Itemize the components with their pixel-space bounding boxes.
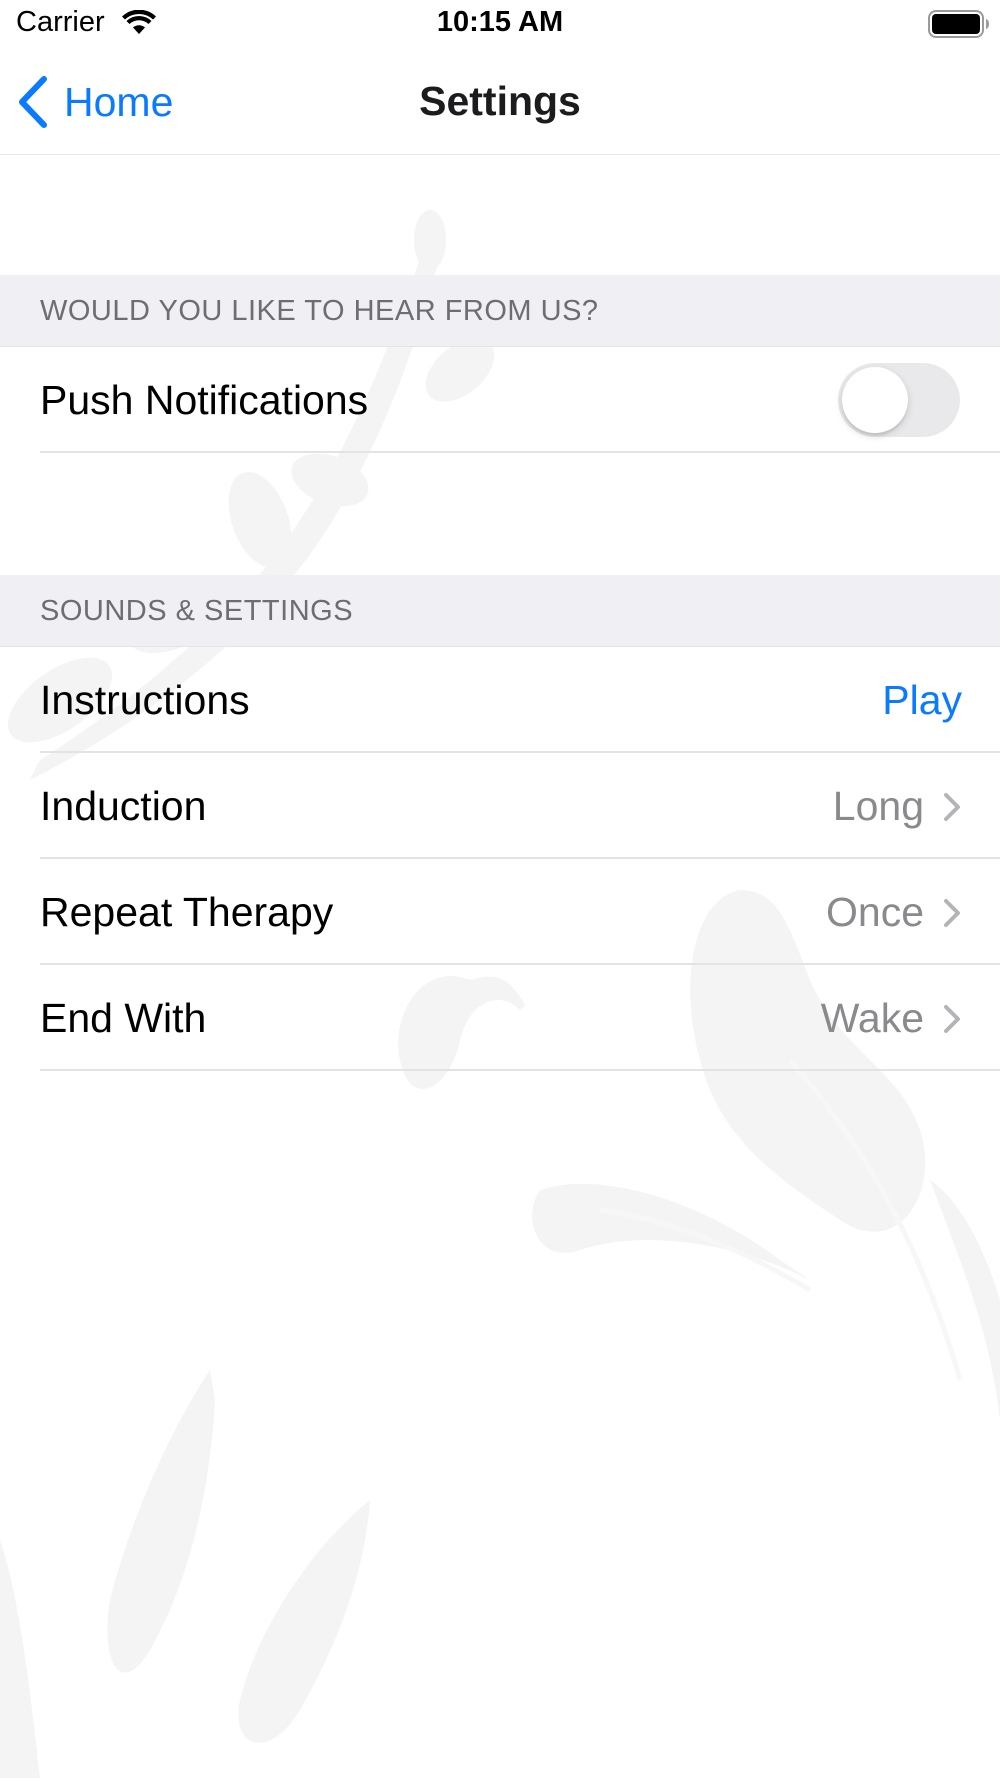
row-separator — [40, 451, 1000, 453]
induction-label: Induction — [40, 783, 207, 829]
section-header-notifications: WOULD YOU LIKE TO HEAR FROM US? — [0, 275, 1000, 347]
instructions-label: Instructions — [40, 677, 250, 723]
navigation-bar: Home Settings — [0, 50, 1000, 155]
chevron-right-icon — [944, 899, 960, 927]
push-notifications-row: Push Notifications — [0, 347, 1000, 453]
instructions-row: Instructions Play — [0, 647, 1000, 753]
page-title: Settings — [419, 78, 581, 124]
status-bar: Carrier 10:15 AM — [0, 0, 1000, 50]
end-with-value: Wake — [820, 995, 924, 1041]
end-with-label: End With — [40, 995, 207, 1041]
induction-value: Long — [832, 783, 924, 829]
section-header-sounds: SOUNDS & SETTINGS — [0, 575, 1000, 647]
push-notifications-toggle[interactable] — [838, 363, 960, 437]
repeat-therapy-label: Repeat Therapy — [40, 889, 334, 935]
row-separator — [40, 1069, 1000, 1071]
section-header-label: WOULD YOU LIKE TO HEAR FROM US? — [40, 295, 599, 327]
end-with-row[interactable]: End With Wake — [0, 965, 1000, 1071]
battery-full-icon — [928, 10, 989, 38]
section-header-label: SOUNDS & SETTINGS — [40, 595, 354, 627]
repeat-therapy-value: Once — [826, 889, 924, 935]
status-time: 10:15 AM — [436, 6, 564, 38]
induction-row[interactable]: Induction Long — [0, 753, 1000, 859]
settings-screen: Carrier 10:15 AM Home Settings WOULD YOU… — [0, 0, 1000, 1778]
chevron-right-icon — [944, 1005, 960, 1033]
repeat-therapy-row[interactable]: Repeat Therapy Once — [0, 859, 1000, 965]
play-instructions-button[interactable]: Play — [882, 677, 962, 724]
chevron-right-icon — [944, 793, 960, 821]
push-notifications-label: Push Notifications — [40, 377, 369, 423]
toggle-knob — [842, 367, 908, 433]
